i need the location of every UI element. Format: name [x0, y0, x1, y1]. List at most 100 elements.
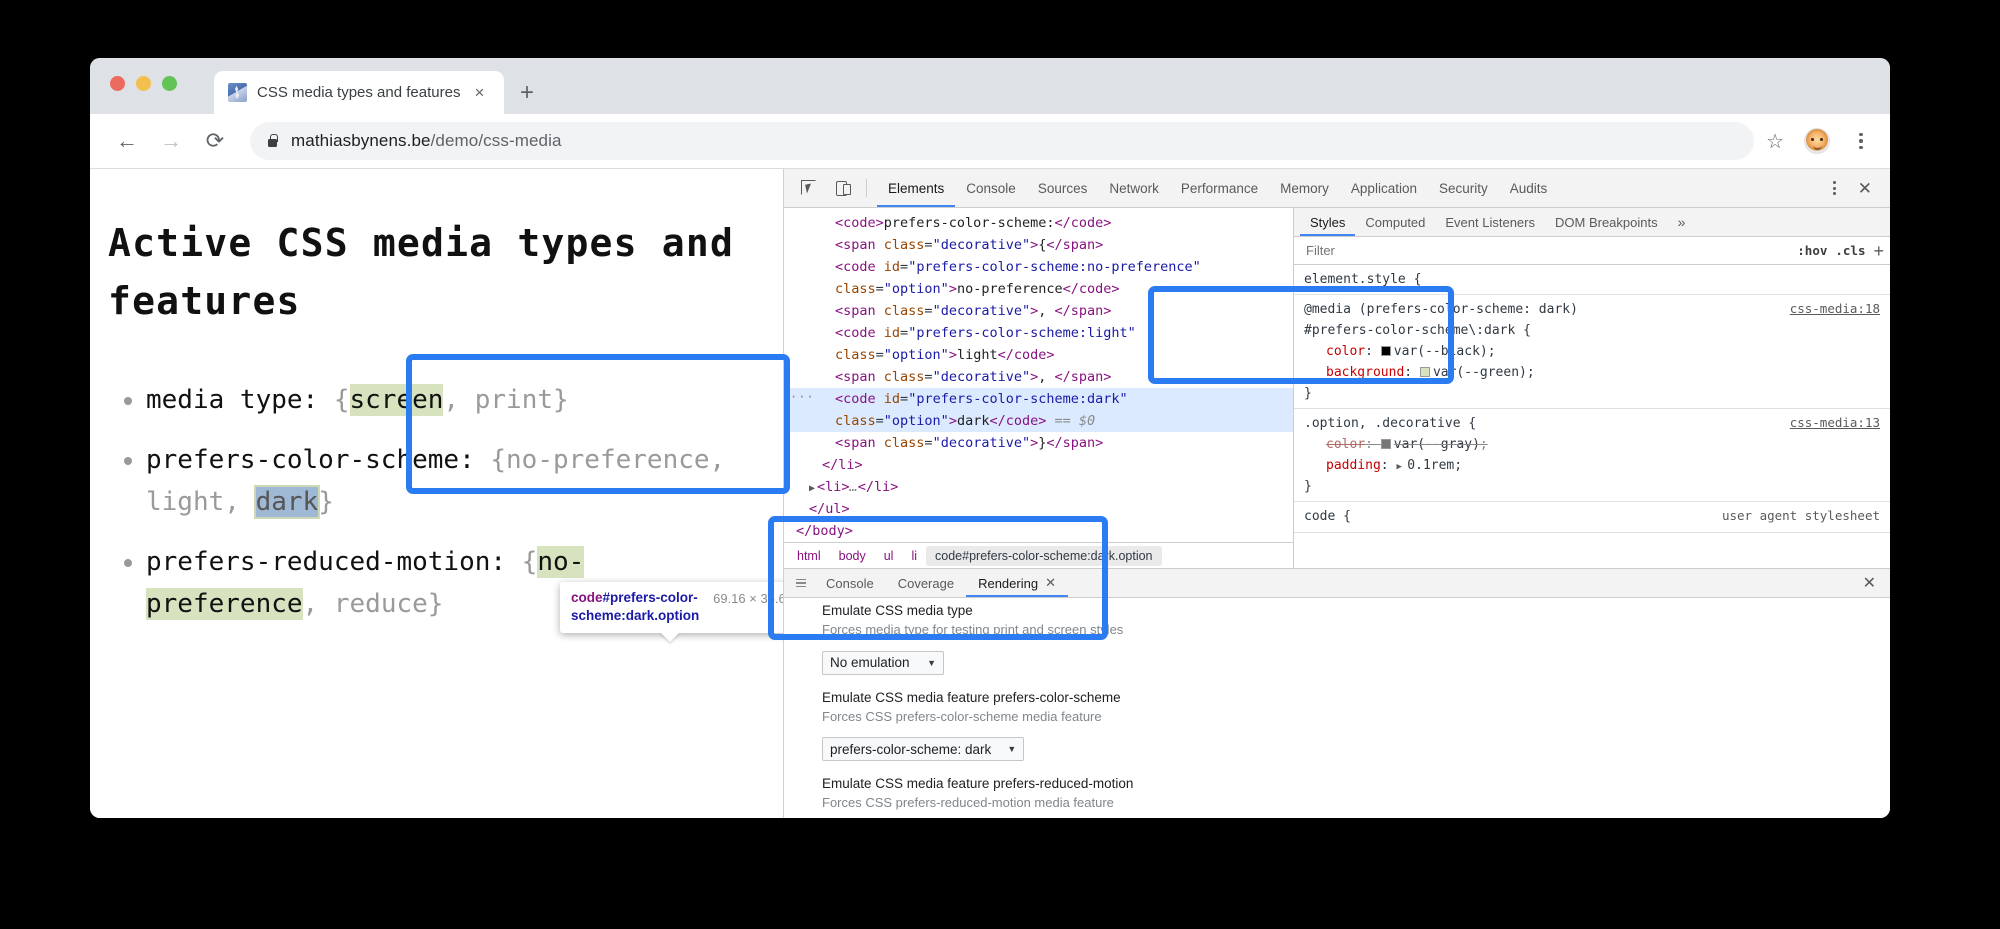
- style-declaration[interactable]: color: var(--black);: [1304, 341, 1882, 362]
- styles-panel: StylesComputedEvent ListenersDOM Breakpo…: [1294, 208, 1890, 568]
- rendering-setting-select[interactable]: No emulation▼: [822, 651, 944, 675]
- chrome-menu-icon[interactable]: [1850, 133, 1872, 150]
- devtools-close-icon[interactable]: ✕: [1848, 180, 1882, 197]
- dom-tree-line[interactable]: ▶<li>…</li>: [784, 476, 1293, 498]
- color-swatch[interactable]: [1420, 367, 1430, 377]
- dom-tree-line[interactable]: </li>: [784, 454, 1293, 476]
- reload-button[interactable]: ⟳: [196, 122, 234, 160]
- devtools-tab-sources[interactable]: Sources: [1027, 169, 1099, 207]
- style-declaration[interactable]: background: var(--green);: [1304, 362, 1882, 383]
- style-rule-selector[interactable]: element.style {: [1304, 269, 1882, 290]
- address-bar[interactable]: mathiasbynens.be/demo/css-media: [250, 122, 1754, 160]
- color-swatch[interactable]: [1381, 346, 1391, 356]
- close-drawer-tab-icon[interactable]: ✕: [1045, 575, 1056, 591]
- expand-shorthand-icon[interactable]: ▶: [1396, 462, 1407, 472]
- style-property: background: [1326, 365, 1404, 380]
- styles-tab-styles[interactable]: Styles: [1300, 208, 1355, 236]
- style-declaration[interactable]: padding: ▶ 0.1rem;: [1304, 455, 1882, 476]
- brace-open: {: [490, 445, 506, 475]
- drawer-tab-coverage[interactable]: Coverage: [886, 569, 966, 597]
- style-value: var(--gray): [1394, 437, 1480, 452]
- dom-tree-line[interactable]: ···<code id="prefers-color-scheme:dark" …: [784, 388, 1293, 432]
- browser-window: CSS media types and features × + ← → ⟳ m…: [90, 58, 1890, 818]
- color-swatch[interactable]: [1381, 439, 1391, 449]
- style-rule-source[interactable]: css-media:13: [1790, 413, 1880, 433]
- back-button[interactable]: ←: [108, 122, 146, 160]
- drawer-close-icon[interactable]: ✕: [1849, 573, 1890, 593]
- style-rule[interactable]: element.style {: [1294, 265, 1890, 295]
- style-rule-source[interactable]: css-media:18: [1790, 299, 1880, 319]
- rendering-settings[interactable]: Emulate CSS media typeForces media type …: [784, 598, 1890, 818]
- styles-tab-computed[interactable]: Computed: [1355, 208, 1435, 236]
- inspect-element-icon[interactable]: [794, 174, 824, 202]
- drawer-tabs-inner: ConsoleCoverage Rendering ✕: [814, 569, 1068, 597]
- browser-toolbar: ← → ⟳ mathiasbynens.be/demo/css-media ☆: [90, 114, 1890, 169]
- lock-icon: [266, 134, 279, 149]
- chevron-down-icon: ▼: [927, 658, 936, 668]
- brace-open: {: [522, 547, 538, 577]
- styles-filter-input[interactable]: [1304, 242, 1789, 259]
- drawer-tab-label: Rendering: [978, 576, 1038, 591]
- dom-tree-line[interactable]: <span class="decorative">, </span>: [784, 366, 1293, 388]
- style-rule-source[interactable]: user agent stylesheet: [1722, 506, 1880, 526]
- browser-tab[interactable]: CSS media types and features ×: [214, 71, 504, 114]
- dom-tree-line[interactable]: <code>prefers-color-scheme:</code>: [784, 212, 1293, 234]
- breadcrumb-item[interactable]: li: [902, 549, 926, 563]
- rendering-setting-group: Emulate CSS media typeForces media type …: [822, 602, 1890, 675]
- dom-breadcrumb[interactable]: htmlbodyullicode#prefers-color-scheme:da…: [784, 542, 1293, 568]
- minimize-window-button[interactable]: [136, 76, 151, 91]
- devtools-tab-audits[interactable]: Audits: [1499, 169, 1559, 207]
- style-rule-close: }: [1304, 383, 1882, 404]
- drawer-tab-rendering[interactable]: Rendering ✕: [966, 569, 1068, 597]
- breadcrumb-item[interactable]: html: [788, 549, 830, 563]
- new-style-rule-button[interactable]: +: [1873, 242, 1884, 260]
- styles-tab-dom-breakpoints[interactable]: DOM Breakpoints: [1545, 208, 1668, 236]
- device-toolbar-icon[interactable]: [826, 174, 856, 202]
- bookmark-star-icon[interactable]: ☆: [1766, 129, 1784, 154]
- devtools-tab-memory[interactable]: Memory: [1269, 169, 1340, 207]
- close-window-button[interactable]: [110, 76, 125, 91]
- devtools-tab-console[interactable]: Console: [955, 169, 1027, 207]
- devtools-tab-performance[interactable]: Performance: [1170, 169, 1269, 207]
- cls-toggle[interactable]: .cls: [1835, 243, 1865, 258]
- rendering-setting-select[interactable]: prefers-color-scheme: dark▼: [822, 737, 1024, 761]
- devtools-tab-application[interactable]: Application: [1340, 169, 1428, 207]
- devtools-tab-elements[interactable]: Elements: [877, 169, 955, 207]
- devtools-tab-network[interactable]: Network: [1098, 169, 1170, 207]
- style-value: var(--black): [1394, 344, 1488, 359]
- tooltip-tag: code: [571, 590, 603, 605]
- close-tab-icon[interactable]: ×: [470, 82, 488, 103]
- style-rule[interactable]: css-media:13.option, .decorative {color:…: [1294, 409, 1890, 502]
- styles-tab-event-listeners[interactable]: Event Listeners: [1435, 208, 1545, 236]
- breadcrumb-item[interactable]: body: [830, 549, 875, 563]
- forward-button[interactable]: →: [152, 122, 190, 160]
- style-value: var(--green): [1433, 365, 1527, 380]
- new-tab-button[interactable]: +: [520, 81, 534, 105]
- style-rule[interactable]: user agent stylesheetcode {: [1294, 502, 1890, 532]
- profile-avatar[interactable]: [1804, 128, 1830, 154]
- option-separator: ,: [303, 589, 334, 619]
- dom-tree-line[interactable]: <code id="prefers-color-scheme:no-prefer…: [784, 256, 1293, 300]
- breadcrumb-item[interactable]: ul: [875, 549, 903, 563]
- breadcrumb-item[interactable]: code#prefers-color-scheme:dark.option: [926, 546, 1161, 566]
- maximize-window-button[interactable]: [162, 76, 177, 91]
- dom-tree-line[interactable]: </body>: [784, 520, 1293, 542]
- style-declaration[interactable]: color: var(--gray);: [1304, 434, 1882, 455]
- dom-tree-line[interactable]: </ul>: [784, 498, 1293, 520]
- drawer-tab-console[interactable]: Console: [814, 569, 886, 597]
- dom-tree-line[interactable]: <span class="decorative">{</span>: [784, 234, 1293, 256]
- styles-rules[interactable]: element.style { css-media:18@media (prefe…: [1294, 265, 1890, 568]
- dom-tree-line[interactable]: <code id="prefers-color-scheme:light" cl…: [784, 322, 1293, 366]
- dom-tree[interactable]: <code>prefers-color-scheme:</code><span …: [784, 208, 1293, 542]
- element-inspect-tooltip: code#prefers-color-scheme:dark.option 69…: [560, 582, 784, 633]
- devtools-more-icon[interactable]: [1823, 181, 1846, 195]
- devtools-tab-security[interactable]: Security: [1428, 169, 1499, 207]
- styles-filter-row: :hov .cls +: [1294, 237, 1890, 265]
- dom-tree-line[interactable]: <span class="decorative">, </span>: [784, 300, 1293, 322]
- style-rule-selector[interactable]: #prefers-color-scheme\:dark {: [1304, 320, 1882, 341]
- style-rule[interactable]: css-media:18@media (prefers-color-scheme…: [1294, 295, 1890, 409]
- styles-more-tabs-icon[interactable]: »: [1668, 214, 1696, 230]
- hov-toggle[interactable]: :hov: [1797, 243, 1827, 258]
- drawer-resize-handle[interactable]: [788, 579, 814, 588]
- dom-tree-line[interactable]: <span class="decorative">}</span>: [784, 432, 1293, 454]
